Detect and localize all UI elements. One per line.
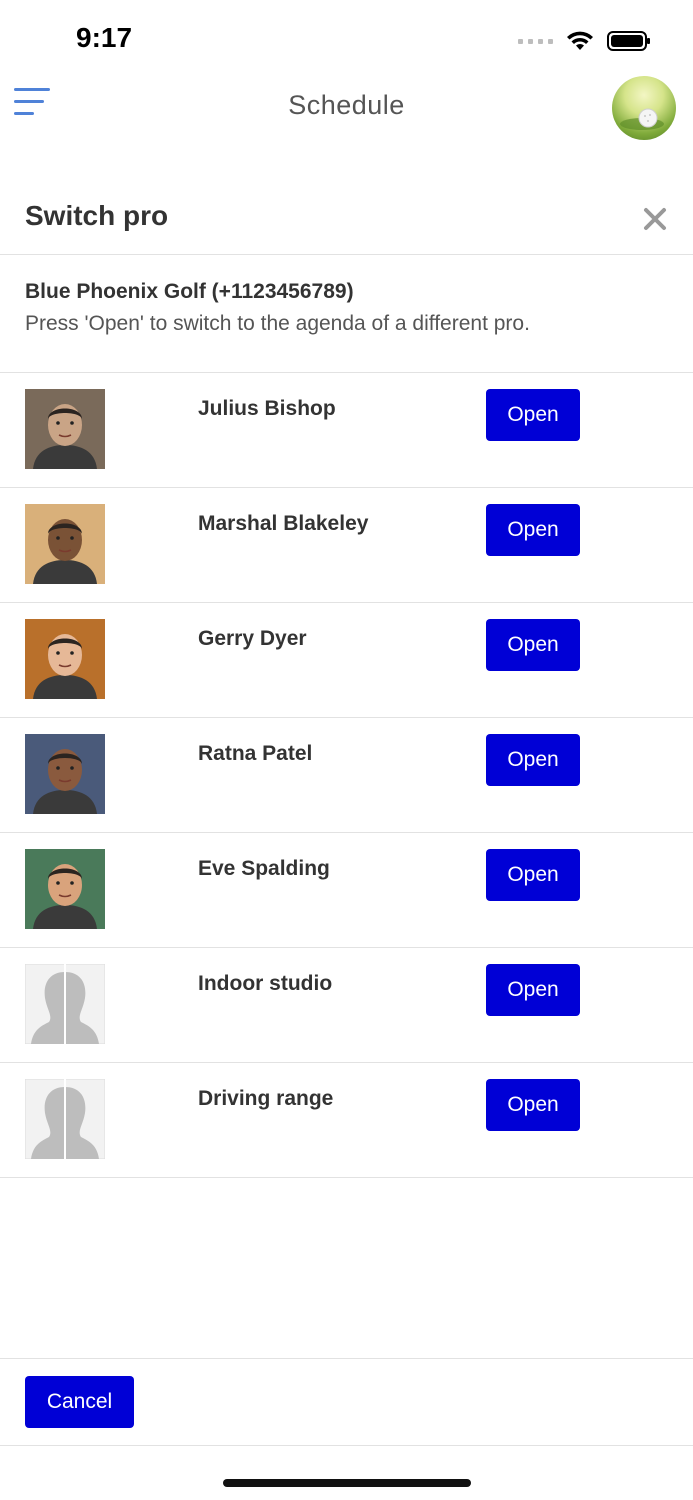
golf-ball-icon: [620, 108, 664, 130]
cellular-signal-icon: [518, 38, 553, 44]
cancel-button[interactable]: Cancel: [25, 1376, 134, 1428]
pro-photo: [25, 734, 105, 814]
pro-photo: [25, 849, 105, 929]
pro-name: Julius Bishop: [198, 397, 336, 420]
status-bar: 9:17: [0, 0, 693, 80]
pro-photo: [25, 619, 105, 699]
page-title: Schedule: [288, 90, 405, 120]
pro-row: Gerry Dyer Open: [0, 603, 693, 718]
modal-footer: Cancel: [0, 1358, 693, 1446]
pro-row: Julius Bishop Open: [0, 373, 693, 488]
battery-icon: [607, 31, 650, 51]
modal-title: Switch pro: [25, 200, 169, 231]
open-button[interactable]: Open: [486, 1079, 580, 1131]
pro-name: Gerry Dyer: [198, 627, 307, 650]
pro-list: Julius Bishop Open Marshal Blakeley Open…: [0, 373, 693, 1178]
status-indicators: [518, 26, 651, 56]
pro-name: Driving range: [198, 1087, 334, 1110]
open-button[interactable]: Open: [486, 389, 580, 441]
close-button[interactable]: [638, 202, 672, 236]
pro-name: Marshal Blakeley: [198, 512, 369, 535]
open-button[interactable]: Open: [486, 619, 580, 671]
app-header: Schedule: [0, 70, 693, 150]
pro-photo: [25, 504, 105, 584]
pro-name: Indoor studio: [198, 972, 333, 995]
pro-row: Driving range Open: [0, 1063, 693, 1178]
club-info: Blue Phoenix Golf (+1123456789) Press 'O…: [0, 255, 693, 373]
close-icon: [644, 208, 666, 230]
modal-header: Switch pro: [0, 180, 693, 255]
switch-hint: Press 'Open' to switch to the agenda of …: [25, 312, 530, 335]
club-name: Blue Phoenix Golf (+1123456789): [25, 280, 354, 303]
pro-row: Ratna Patel Open: [0, 718, 693, 833]
home-indicator: [223, 1479, 471, 1487]
pro-row: Marshal Blakeley Open: [0, 488, 693, 603]
pro-name: Ratna Patel: [198, 742, 313, 765]
open-button[interactable]: Open: [486, 964, 580, 1016]
placeholder-avatar-icon: [25, 1079, 105, 1159]
pro-name: Eve Spalding: [198, 857, 330, 880]
open-button[interactable]: Open: [486, 849, 580, 901]
open-button[interactable]: Open: [486, 734, 580, 786]
pro-row: Eve Spalding Open: [0, 833, 693, 948]
open-button[interactable]: Open: [486, 504, 580, 556]
status-time: 9:17: [76, 22, 133, 53]
wifi-icon: [567, 31, 593, 50]
profile-avatar[interactable]: [612, 76, 676, 140]
pro-row: Indoor studio Open: [0, 948, 693, 1063]
placeholder-avatar-icon: [25, 964, 105, 1044]
pro-photo: [25, 389, 105, 469]
